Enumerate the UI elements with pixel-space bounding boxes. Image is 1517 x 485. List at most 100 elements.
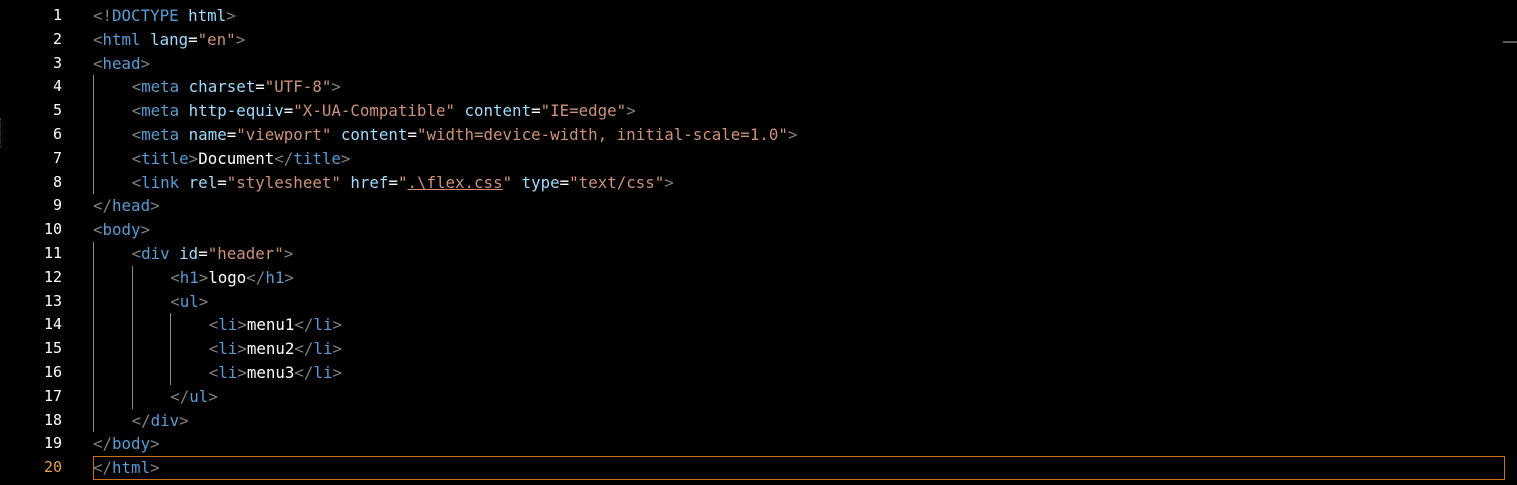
code-token: </ <box>170 386 190 406</box>
code-token: > <box>198 267 209 287</box>
code-token: </ <box>246 267 266 287</box>
code-token: = <box>217 172 227 192</box>
code-token: menu3 <box>246 362 295 382</box>
code-token: > <box>664 172 674 192</box>
code-token: > <box>340 148 351 168</box>
code-token: < <box>131 77 142 97</box>
code-line[interactable]: </div> <box>93 408 1505 433</box>
code-line[interactable]: </body> <box>93 432 1505 456</box>
code-token: > <box>140 220 151 240</box>
code-line[interactable]: <meta name="viewport" content="width=dev… <box>93 122 1505 147</box>
code-line[interactable]: <meta http-equiv="X-UA-Compatible" conte… <box>93 99 1505 123</box>
code-editor[interactable]: 1 2 3 4 5 6 7 8 9 10 11 12 13 14 15 16 17 18 19 20 <!DOCTYP… <box>0 0 1517 485</box>
code-token: > <box>284 267 294 287</box>
indent-guide <box>93 170 132 195</box>
code-line[interactable]: <head> <box>93 52 1505 76</box>
code-token: = <box>283 101 294 121</box>
code-token: </ <box>294 315 314 335</box>
code-token: ul <box>179 291 199 311</box>
code-line[interactable]: <title>Document</title> <box>93 146 1505 171</box>
code-token: "stylesheet" <box>226 172 341 192</box>
code-line[interactable]: </head> <box>93 194 1505 218</box>
code-token: > <box>235 29 246 49</box>
indent-guide <box>170 313 209 338</box>
code-line[interactable]: </html> <box>93 456 1505 480</box>
line-number: 1 <box>52 6 62 24</box>
indent-guide <box>131 337 171 361</box>
code-token: h1 <box>265 267 285 287</box>
code-token: = <box>188 29 198 49</box>
code-line[interactable]: <h1>logo</h1> <box>93 265 1505 290</box>
code-token: "IE=edge" <box>540 101 627 121</box>
overview-ruler-marker <box>1503 41 1517 43</box>
code-token: = <box>255 77 265 97</box>
code-token: < <box>208 315 219 335</box>
code-token: < <box>170 267 180 287</box>
code-token: menu1 <box>246 315 295 335</box>
line-number: 2 <box>52 29 62 48</box>
line-number: 12 <box>43 267 62 286</box>
indent-guide <box>131 313 171 338</box>
code-token: "text/css" <box>569 172 665 192</box>
code-line[interactable]: <li>menu2</li> <box>93 337 1505 361</box>
code-token: </ <box>274 148 294 168</box>
indent-guide <box>170 360 209 385</box>
code-token: = <box>388 172 398 192</box>
line-number: 5 <box>52 101 62 120</box>
indent-guide <box>131 289 171 314</box>
code-token: > <box>283 243 294 263</box>
indent-guide <box>93 313 132 338</box>
code-token: < <box>208 362 219 382</box>
indent-guide <box>93 75 132 100</box>
code-token: meta <box>141 77 180 97</box>
code-token: > <box>332 362 342 382</box>
code-token: http-equiv <box>188 101 284 121</box>
code-line[interactable]: <ul> <box>93 289 1505 314</box>
code-token: < <box>131 243 142 263</box>
code-line[interactable]: <div id="header"> <box>93 241 1505 266</box>
code-token: "width=device-width, initial-scale=1.0" <box>416 124 788 144</box>
code-token: < <box>208 339 219 359</box>
code-token: </ <box>93 196 113 216</box>
code-token: < <box>93 53 103 73</box>
code-token: div <box>150 410 180 430</box>
code-token: .\flex.css <box>407 172 503 192</box>
code-token: li <box>218 315 238 335</box>
code-token: li <box>313 362 333 382</box>
code-line[interactable]: <html lang="en"> <box>93 28 1505 52</box>
code-token: menu2 <box>246 339 295 359</box>
code-line[interactable]: <body> <box>93 218 1505 242</box>
code-token: > <box>208 386 218 406</box>
code-token: li <box>218 339 238 359</box>
code-token: > <box>150 434 160 454</box>
code-token: > <box>331 77 341 97</box>
code-line[interactable]: <link rel="stylesheet" href=".\flex.css"… <box>93 170 1505 195</box>
line-number-gutter: 1 2 3 4 5 6 7 8 9 10 11 12 13 14 15 16 17 18 19 20 <box>0 4 62 480</box>
code-line[interactable]: <meta charset="UTF-8"> <box>93 75 1505 100</box>
code-token: </ <box>294 362 314 382</box>
code-token: body <box>112 434 151 454</box>
code-line[interactable]: <li>menu1</li> <box>93 313 1505 338</box>
code-area[interactable]: <!DOCTYPE html> <html lang="en"> <head> <me… <box>93 4 1505 480</box>
code-token: rel <box>188 172 218 192</box>
code-token: < <box>93 29 103 49</box>
code-token: title <box>293 148 341 168</box>
code-token: > <box>237 362 247 382</box>
line-number: 19 <box>43 434 62 453</box>
code-token: "X-UA-Compatible" <box>293 101 455 121</box>
code-token: html <box>188 6 227 25</box>
code-token: meta <box>141 101 180 121</box>
code-line[interactable]: <li>menu3</li> <box>93 360 1505 385</box>
code-token: html <box>112 458 151 478</box>
code-line[interactable]: <!DOCTYPE html> <box>93 4 1505 28</box>
code-line[interactable]: </ul> <box>93 384 1505 409</box>
code-token: < <box>170 291 180 311</box>
line-number: 16 <box>43 362 62 381</box>
code-token: title <box>141 148 189 168</box>
line-number: 14 <box>43 315 62 334</box>
line-number: 4 <box>52 77 62 96</box>
code-token: content <box>464 101 532 121</box>
